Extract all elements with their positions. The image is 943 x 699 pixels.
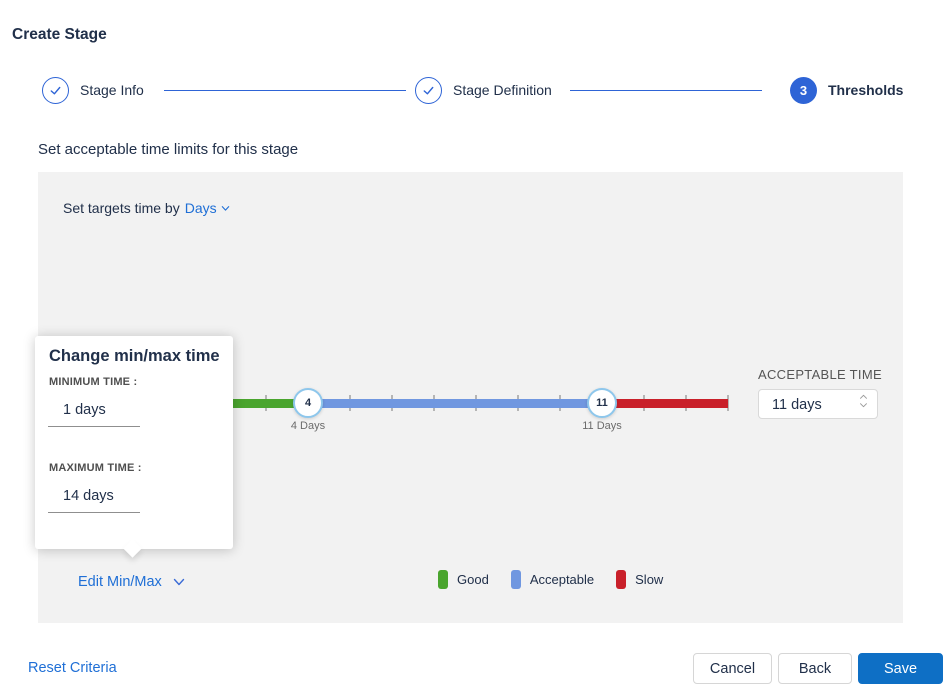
chevron-down-icon[interactable] [172, 576, 186, 588]
step-2-label[interactable]: Stage Definition [453, 77, 552, 104]
step-1-label[interactable]: Stage Info [80, 77, 144, 104]
unit-dropdown[interactable]: Days [185, 200, 217, 216]
step-3-number: 3 [799, 83, 808, 98]
acceptable-swatch [510, 570, 521, 589]
legend-item-acceptable: Acceptable [510, 570, 595, 589]
slider-segment-acceptable [308, 399, 602, 408]
step-3-label[interactable]: Thresholds [828, 77, 903, 104]
chevron-down-icon[interactable] [220, 203, 231, 214]
handle-min-label: 4 Days [290, 420, 326, 432]
minimum-time-label: MINIMUM TIME : [49, 376, 138, 388]
slow-swatch [616, 570, 627, 589]
set-targets-row: Set targets time by Days [63, 200, 231, 216]
step-1-circle[interactable] [42, 77, 69, 104]
popover-title: Change min/max time [49, 347, 220, 365]
save-button[interactable]: Save [858, 653, 943, 684]
maximum-time-input[interactable] [48, 480, 139, 504]
stepper-connector [164, 90, 406, 91]
slider-handle-max[interactable]: 11 [587, 388, 617, 418]
change-minmax-popover: Change min/max time MINIMUM TIME : MAXIM… [35, 336, 233, 558]
check-icon [48, 83, 63, 98]
acceptable-time-input[interactable] [760, 391, 869, 419]
handle-max-value: 11 [596, 397, 608, 409]
step-3-circle[interactable]: 3 [790, 77, 817, 104]
cancel-button[interactable]: Cancel [693, 653, 772, 684]
acceptable-time-label: ACCEPTABLE TIME [758, 367, 882, 382]
legend: Good Acceptable Slow [438, 570, 663, 589]
chevron-up-icon[interactable] [859, 394, 868, 400]
page-title: Create Stage [12, 26, 107, 43]
legend-item-good: Good [438, 570, 489, 589]
stepper-arrows[interactable] [859, 394, 868, 408]
section-heading: Set acceptable time limits for this stag… [38, 141, 299, 158]
reset-criteria-link[interactable]: Reset Criteria [28, 660, 117, 676]
step-2-circle[interactable] [415, 77, 442, 104]
legend-label: Good [457, 572, 489, 587]
acceptable-time-box [758, 389, 878, 419]
maximum-time-field [48, 480, 140, 513]
minimum-time-field [48, 394, 140, 427]
slider-segment-slow [602, 399, 728, 408]
create-stage-wizard: Create Stage Stage Info Stage Definition… [0, 0, 943, 699]
check-icon [421, 83, 436, 98]
edit-minmax-link[interactable]: Edit Min/Max [78, 574, 162, 590]
legend-label: Acceptable [529, 572, 595, 587]
legend-item-slow: Slow [616, 570, 663, 589]
chevron-down-icon[interactable] [859, 402, 868, 408]
handle-min-value: 4 [304, 397, 312, 409]
slider-handle-min[interactable]: 4 [293, 388, 323, 418]
back-button[interactable]: Back [778, 653, 852, 684]
legend-label: Slow [635, 572, 664, 587]
handle-max-label: 11 Days [582, 420, 622, 432]
maximum-time-label: MAXIMUM TIME : [49, 462, 142, 474]
minimum-time-input[interactable] [48, 394, 139, 418]
edit-minmax-row: Edit Min/Max [78, 574, 186, 590]
stepper-connector [570, 90, 762, 91]
good-swatch [438, 570, 448, 589]
set-targets-label: Set targets time by [63, 200, 180, 216]
